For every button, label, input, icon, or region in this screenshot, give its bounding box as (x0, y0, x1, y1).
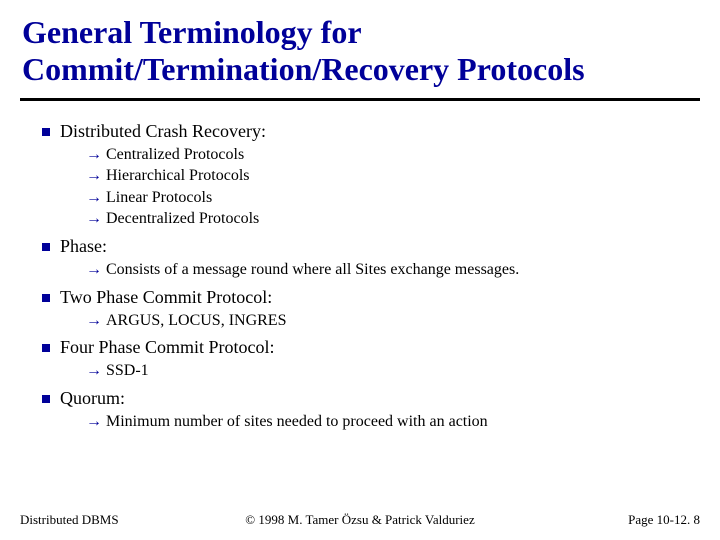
list-item: Phase: →Consists of a message round wher… (60, 236, 690, 281)
square-bullet-icon (42, 344, 50, 352)
sub-text: SSD-1 (106, 362, 149, 379)
arrow-icon: → (86, 411, 106, 433)
title-line-2: Commit/Termination/Recovery Protocols (22, 51, 585, 87)
sub-item: →Consists of a message round where all S… (86, 259, 690, 281)
footer-right: Page 10-12. 8 (628, 512, 700, 528)
footer-left: Distributed DBMS (20, 512, 119, 528)
list-item: Quorum: →Minimum number of sites needed … (60, 388, 690, 433)
sub-text: Consists of a message round where all Si… (106, 261, 519, 278)
list-item: Distributed Crash Recovery: →Centralized… (60, 121, 690, 230)
list-item: Four Phase Commit Protocol: →SSD-1 (60, 337, 690, 382)
arrow-icon: → (86, 310, 106, 332)
item-label: Phase: (60, 236, 107, 256)
sub-text: Minimum number of sites needed to procee… (106, 413, 488, 430)
item-label: Distributed Crash Recovery: (60, 121, 266, 141)
arrow-icon: → (86, 208, 106, 230)
title-line-1: General Terminology for (22, 14, 362, 50)
sub-item: →Hierarchical Protocols (86, 165, 690, 187)
arrow-icon: → (86, 187, 106, 209)
sublist: →Centralized Protocols →Hierarchical Pro… (60, 142, 690, 230)
square-bullet-icon (42, 243, 50, 251)
sub-text: Hierarchical Protocols (106, 167, 250, 184)
sub-item: →Centralized Protocols (86, 144, 690, 166)
item-label: Four Phase Commit Protocol: (60, 337, 275, 357)
square-bullet-icon (42, 395, 50, 403)
sub-item: →SSD-1 (86, 360, 690, 382)
sublist: →SSD-1 (60, 358, 690, 382)
item-label: Quorum: (60, 388, 125, 408)
sublist: →Minimum number of sites needed to proce… (60, 409, 690, 433)
footer: Distributed DBMS © 1998 M. Tamer Özsu & … (0, 512, 720, 528)
arrow-icon: → (86, 165, 106, 187)
arrow-icon: → (86, 360, 106, 382)
sublist: →ARGUS, LOCUS, INGRES (60, 308, 690, 332)
content-area: Distributed Crash Recovery: →Centralized… (0, 101, 720, 433)
sub-item: →Minimum number of sites needed to proce… (86, 411, 690, 433)
sub-text: Linear Protocols (106, 189, 212, 206)
sub-text: Centralized Protocols (106, 146, 244, 163)
slide-title: General Terminology for Commit/Terminati… (0, 0, 720, 94)
arrow-icon: → (86, 144, 106, 166)
arrow-icon: → (86, 259, 106, 281)
sublist: →Consists of a message round where all S… (60, 257, 690, 281)
sub-text: ARGUS, LOCUS, INGRES (106, 312, 286, 329)
sub-text: Decentralized Protocols (106, 210, 259, 227)
sub-item: →Decentralized Protocols (86, 208, 690, 230)
sub-item: →ARGUS, LOCUS, INGRES (86, 310, 690, 332)
slide: General Terminology for Commit/Terminati… (0, 0, 720, 540)
sub-item: →Linear Protocols (86, 187, 690, 209)
list-item: Two Phase Commit Protocol: →ARGUS, LOCUS… (60, 287, 690, 332)
square-bullet-icon (42, 294, 50, 302)
item-label: Two Phase Commit Protocol: (60, 287, 272, 307)
square-bullet-icon (42, 128, 50, 136)
